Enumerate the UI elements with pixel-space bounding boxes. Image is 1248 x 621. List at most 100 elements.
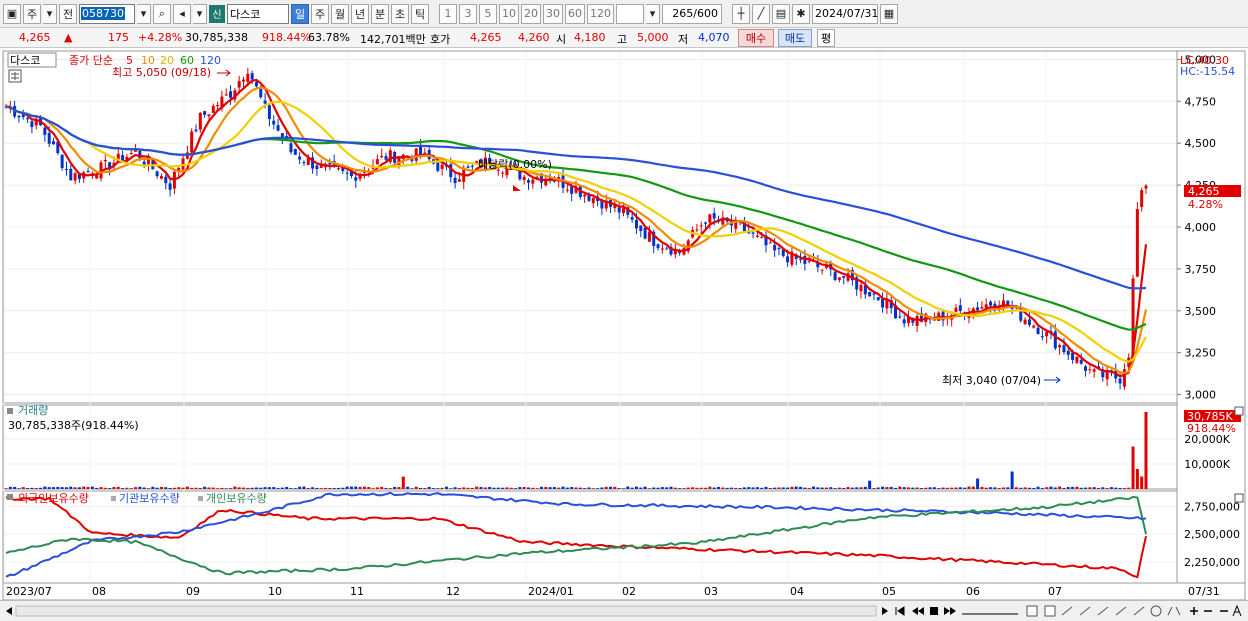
chart-area[interactable]: 5,0004,7504,5004,2504,0003,7503,5003,250… bbox=[0, 48, 1248, 621]
volume-bar bbox=[634, 486, 638, 489]
forward-icon[interactable] bbox=[944, 607, 956, 615]
volume-bar bbox=[1079, 487, 1083, 489]
tool-icon-2[interactable] bbox=[1044, 605, 1056, 617]
close-icon[interactable] bbox=[1234, 406, 1244, 416]
volume-bar bbox=[812, 486, 815, 489]
tool-icon-1[interactable] bbox=[1026, 605, 1038, 617]
candle-body bbox=[1140, 190, 1144, 208]
candle-body bbox=[868, 291, 872, 297]
search-icon[interactable]: ⌕ bbox=[153, 3, 171, 24]
panel-handle-icon[interactable] bbox=[7, 494, 13, 500]
period-minute[interactable]: 분 bbox=[371, 3, 389, 24]
period-day[interactable]: 일 bbox=[291, 3, 309, 24]
tool-icon-3[interactable] bbox=[1167, 606, 1181, 616]
period-year[interactable]: 년 bbox=[351, 3, 369, 24]
chevron-down-icon[interactable]: ▾ bbox=[646, 3, 660, 24]
volume-bar bbox=[596, 488, 600, 489]
candle-body bbox=[833, 272, 837, 280]
interval-20[interactable]: 20 bbox=[521, 3, 541, 24]
candle-body bbox=[466, 166, 470, 168]
volume-bar bbox=[168, 488, 172, 489]
ma-label: 종가 단순 bbox=[69, 54, 113, 67]
volume-bar bbox=[103, 487, 107, 489]
volume-bar bbox=[462, 487, 466, 489]
candle-body bbox=[1032, 325, 1036, 328]
volume-bar bbox=[773, 487, 777, 489]
chart-svg[interactable]: 5,0004,7504,5004,2504,0003,7503,5003,250… bbox=[0, 48, 1248, 600]
volume-bar bbox=[380, 486, 384, 489]
interval-30[interactable]: 30 bbox=[543, 3, 563, 24]
volume-bar bbox=[850, 487, 854, 489]
range-toggle[interactable]: 전 bbox=[59, 3, 77, 24]
market-select[interactable]: 주 bbox=[23, 3, 41, 24]
volume-bar bbox=[911, 487, 915, 489]
volume-bar bbox=[1040, 488, 1044, 489]
chevron-down-icon[interactable]: ▾ bbox=[43, 3, 57, 24]
line-chart-icon[interactable]: ╱ bbox=[752, 3, 770, 24]
volume-bar bbox=[1131, 446, 1135, 489]
volume-bar bbox=[1045, 487, 1049, 489]
price-tick-label: 3,750 bbox=[1185, 263, 1217, 276]
candle-body bbox=[656, 244, 660, 249]
period-week[interactable]: 주 bbox=[311, 3, 329, 24]
candle-icon[interactable]: ┼ bbox=[732, 3, 750, 24]
close-icon[interactable] bbox=[1234, 493, 1244, 503]
candle-body bbox=[237, 80, 241, 88]
volume-bar bbox=[1002, 487, 1005, 489]
price-tick-label: 4,750 bbox=[1185, 95, 1217, 108]
candle-body bbox=[708, 214, 712, 223]
scrollbar-track[interactable] bbox=[15, 605, 877, 617]
period-tick[interactable]: 틱 bbox=[411, 3, 429, 24]
volume-bar bbox=[578, 487, 582, 489]
stock-code-input[interactable]: 058730 bbox=[79, 3, 135, 24]
interval-3[interactable]: 3 bbox=[459, 3, 477, 24]
save-icon[interactable]: ▤ bbox=[772, 3, 790, 24]
scroll-left-icon[interactable] bbox=[6, 607, 12, 615]
magnifier-icon[interactable] bbox=[1150, 605, 1162, 617]
period-second[interactable]: 초 bbox=[391, 3, 409, 24]
volume-bar bbox=[872, 488, 876, 489]
window-icon[interactable]: ▣ bbox=[3, 3, 21, 24]
candle-body bbox=[976, 307, 980, 311]
drawing-tools-icon[interactable] bbox=[1061, 606, 1145, 616]
interval-60[interactable]: 60 bbox=[565, 3, 585, 24]
period-month[interactable]: 월 bbox=[331, 3, 349, 24]
interval-10[interactable]: 10 bbox=[499, 3, 519, 24]
volume-bar bbox=[147, 488, 150, 489]
interval-1[interactable]: 1 bbox=[439, 3, 457, 24]
volume-bar bbox=[125, 487, 129, 489]
interval-5[interactable]: 5 bbox=[479, 3, 497, 24]
stop-icon[interactable] bbox=[930, 607, 938, 615]
calendar-icon[interactable]: ▦ bbox=[880, 3, 898, 24]
interval-custom-input[interactable] bbox=[616, 3, 644, 24]
chevron-down-icon[interactable]: ▾ bbox=[193, 3, 207, 24]
count-input[interactable]: 265/600 bbox=[662, 3, 722, 24]
volume-bar bbox=[488, 486, 492, 489]
chevron-down-icon[interactable]: ▾ bbox=[137, 3, 151, 24]
sell-button[interactable]: 매도 bbox=[778, 29, 812, 47]
rewind-icon[interactable] bbox=[912, 607, 924, 615]
volume-bar bbox=[971, 486, 975, 489]
candle-body bbox=[954, 307, 958, 312]
first-page-icon[interactable] bbox=[895, 606, 905, 616]
volume-bar bbox=[306, 487, 310, 489]
panel-handle-icon[interactable] bbox=[7, 408, 13, 414]
candle-body bbox=[315, 165, 319, 170]
zoom-in-icon[interactable] bbox=[1190, 607, 1198, 615]
volume-bar bbox=[738, 488, 742, 489]
speaker-icon[interactable]: ◂ bbox=[173, 3, 191, 24]
volume-bar bbox=[293, 488, 297, 489]
interval-120[interactable]: 120 bbox=[587, 3, 614, 24]
candle-body bbox=[1118, 378, 1122, 384]
date-input[interactable]: 2024/07/31 bbox=[812, 3, 878, 24]
candle-body bbox=[876, 297, 880, 300]
buy-button[interactable]: 매수 bbox=[738, 29, 774, 47]
candle-body bbox=[129, 152, 133, 154]
volume-bar bbox=[52, 487, 55, 489]
gear-icon[interactable]: ✱ bbox=[792, 3, 810, 24]
candle-body bbox=[622, 208, 625, 214]
average-button[interactable]: 평 bbox=[817, 29, 835, 47]
font-size-icon[interactable] bbox=[1232, 604, 1242, 617]
scroll-right-icon[interactable] bbox=[882, 607, 888, 615]
stock-name-field[interactable]: 다스코 bbox=[227, 3, 289, 24]
